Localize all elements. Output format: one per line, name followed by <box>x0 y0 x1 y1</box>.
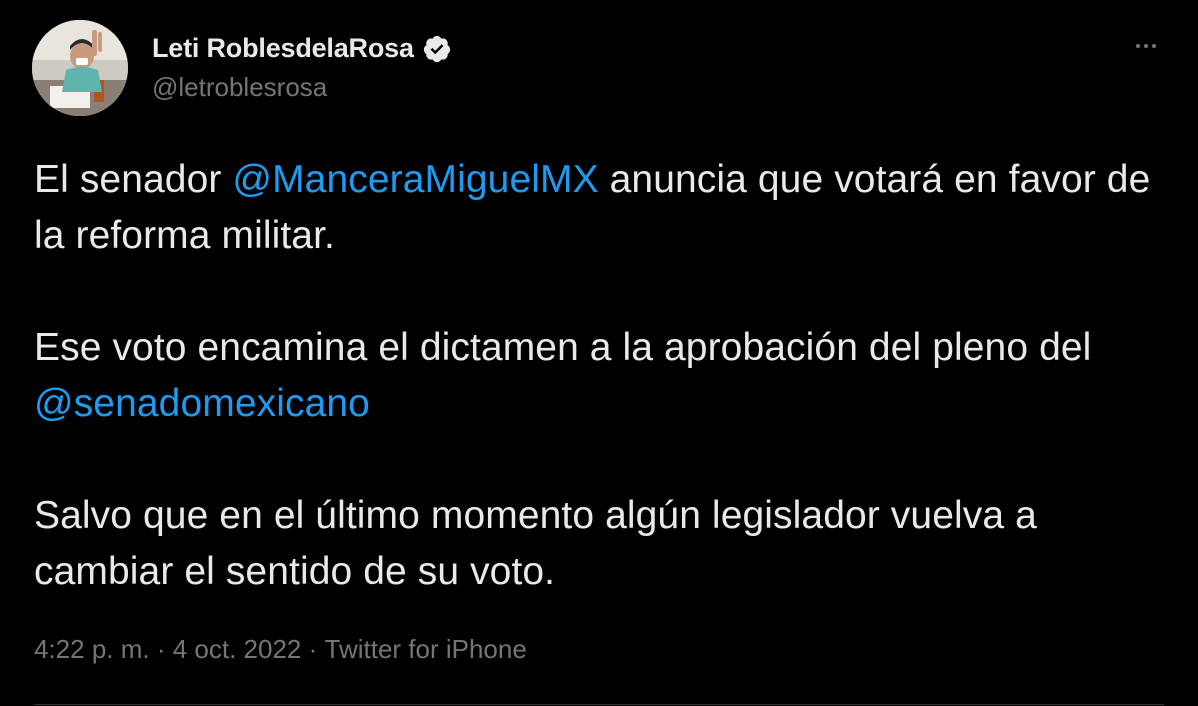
tweet-source[interactable]: Twitter for iPhone <box>325 634 527 665</box>
avatar-photo <box>32 20 128 116</box>
author-name-row: Leti RoblesdelaRosa <box>152 30 452 66</box>
tweet-paragraph-3: Salvo que en el último momento algún leg… <box>34 494 1037 593</box>
avatar[interactable] <box>32 20 128 116</box>
author-handle[interactable]: @letroblesrosa <box>152 72 327 103</box>
text-segment: El senador <box>34 158 233 201</box>
meta-separator: · <box>301 634 325 664</box>
tweet-card: Leti RoblesdelaRosa @letroblesrosa El se… <box>0 0 1198 706</box>
mention-link[interactable]: @senadomexicano <box>34 382 370 425</box>
tweet-time[interactable]: 4:22 p. m. <box>34 634 150 665</box>
more-dot <box>1152 44 1156 48</box>
meta-separator: · <box>149 634 173 664</box>
more-dot <box>1136 44 1140 48</box>
tweet-metadata: 4:22 p. m. · 4 oct. 2022 · Twitter for i… <box>34 634 527 665</box>
tweet-text: El senador @ManceraMiguelMX anuncia que … <box>34 152 1174 600</box>
tweet-paragraph-2: Ese voto encamina el dictamen a la aprob… <box>34 320 1174 432</box>
more-dot <box>1144 44 1148 48</box>
verified-badge-icon <box>422 34 452 64</box>
divider <box>34 704 1164 705</box>
more-horizontal-icon[interactable] <box>1130 34 1162 58</box>
mention-link[interactable]: @ManceraMiguelMX <box>232 158 598 201</box>
tweet-paragraph-1: El senador @ManceraMiguelMX anuncia que … <box>34 152 1174 264</box>
tweet-date[interactable]: 4 oct. 2022 <box>173 634 302 665</box>
author-display-name[interactable]: Leti RoblesdelaRosa <box>152 33 414 64</box>
text-segment: Ese voto encamina el dictamen a la aprob… <box>34 326 1092 369</box>
